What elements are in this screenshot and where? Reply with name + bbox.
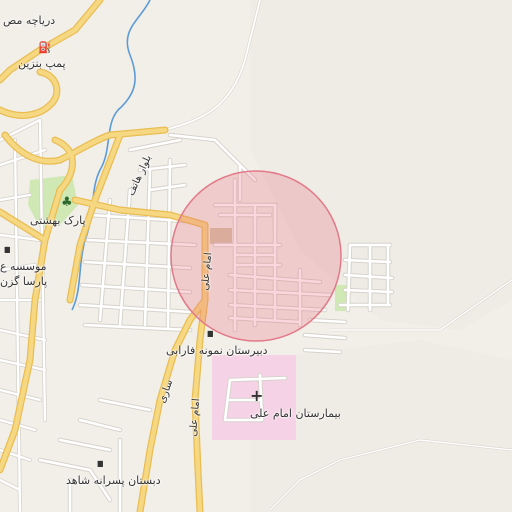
gas-station-icon: ⛽ [38, 41, 52, 54]
label-school-farabi: دبیرستان نمونه فارابی [166, 344, 268, 357]
school-icon-shahed: ▮▮ [97, 459, 104, 468]
label-lake-view: دریاچه مص [3, 14, 56, 27]
label-park: پارک بهشتی [30, 214, 86, 227]
park-tree-icon: ♣ [61, 195, 73, 210]
map-canvas[interactable]: دریاچه مص ⛽ پمپ بنزین ♣ پارک بهشتی ▮▮ مو… [0, 0, 512, 512]
label-gas-station: پمپ بنزین [18, 57, 66, 70]
map-svg [0, 0, 512, 512]
label-school-shahed: دبستان پسرانه شاهد [66, 474, 161, 487]
hospital-icon: + [250, 386, 264, 405]
label-hospital: بیمارستان امام علی [250, 407, 341, 420]
label-parsa: پارسا گزن [0, 275, 48, 288]
school-icon-farabi: ▮▮ [207, 329, 214, 338]
radius-circle [170, 170, 342, 342]
label-institute: موسسه ع [0, 260, 47, 273]
school-icon-institute: ▮▮ [4, 245, 11, 254]
